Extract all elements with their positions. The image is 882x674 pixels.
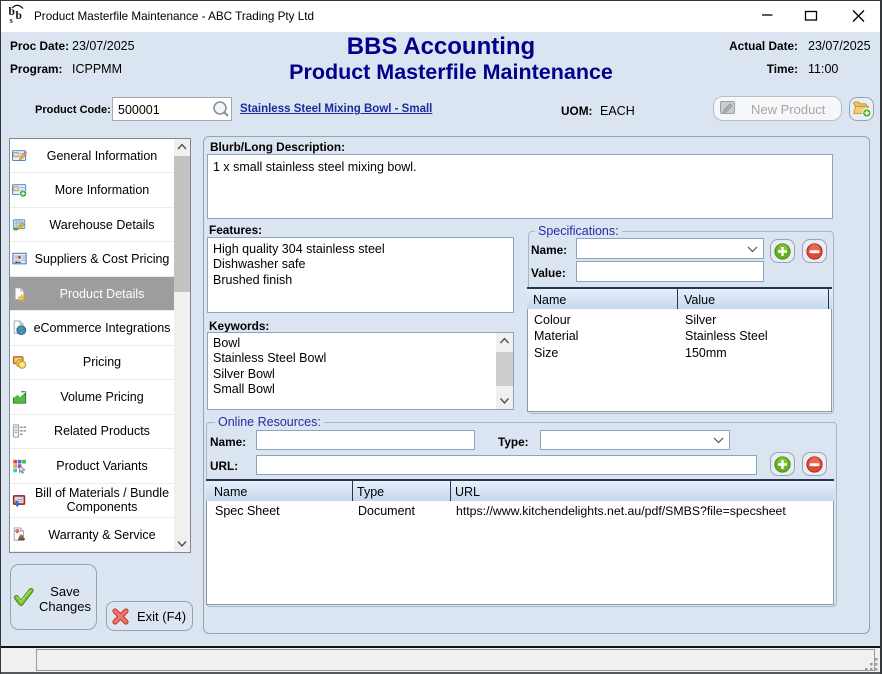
svg-text:b: b <box>16 10 22 22</box>
